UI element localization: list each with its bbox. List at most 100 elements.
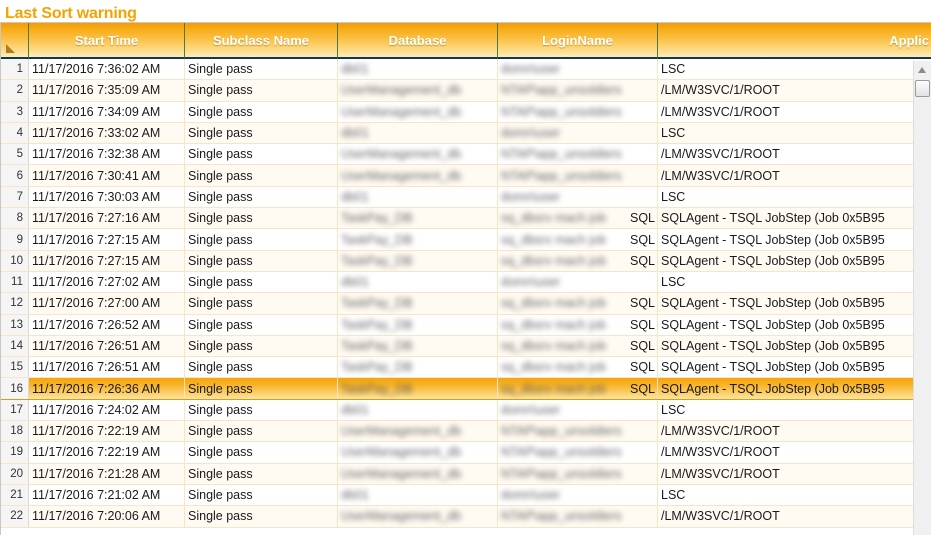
row-number[interactable]: 16 bbox=[1, 378, 29, 399]
cell-database[interactable]: UserManagement_db bbox=[338, 165, 498, 186]
cell-database[interactable]: TaskPay_DB bbox=[338, 314, 498, 335]
cell-subclass-name[interactable]: Single pass bbox=[185, 165, 338, 186]
cell-loginname[interactable]: sq_dbsrv mach job SQL bbox=[498, 378, 658, 399]
cell-start-time[interactable]: 11/17/2016 7:26:52 AM bbox=[29, 314, 185, 335]
row-number[interactable]: 15 bbox=[1, 357, 29, 378]
cell-application-name[interactable]: LSC bbox=[658, 272, 931, 292]
row-number[interactable]: 14 bbox=[1, 335, 29, 357]
table-row[interactable]: 2 11/17/2016 7:35:09 AM Single pass UserMan… bbox=[1, 80, 931, 102]
cell-start-time[interactable]: 11/17/2016 7:21:02 AM bbox=[29, 484, 185, 506]
row-number[interactable]: 10 bbox=[1, 250, 29, 271]
table-row[interactable]: 11 11/17/2016 7:27:02 AM Single pass db01 do… bbox=[1, 271, 931, 294]
cell-application-name[interactable]: LSC bbox=[658, 400, 931, 420]
cell-loginname[interactable]: NTAP\app_unsoldiers bbox=[498, 144, 658, 165]
cell-application-name[interactable]: SQLAgent - TSQL JobStep (Job 0x5B95 bbox=[658, 251, 931, 271]
cell-application-name[interactable]: LSC bbox=[658, 485, 931, 505]
cell-loginname[interactable]: sq_dbsrv mach job SQL bbox=[498, 208, 658, 229]
row-number[interactable]: 7 bbox=[1, 186, 29, 208]
cell-loginname[interactable]: domn\user bbox=[498, 122, 658, 144]
cell-database[interactable]: TaskPay_DB bbox=[338, 250, 498, 271]
cell-database[interactable]: UserManagement_db bbox=[338, 463, 498, 484]
cell-database[interactable]: UserManagement_db bbox=[338, 421, 498, 442]
cell-loginname[interactable]: domn\user bbox=[498, 186, 658, 208]
cell-loginname[interactable]: NTAP\app_unsoldiers bbox=[498, 506, 658, 527]
table-row[interactable]: 1 11/17/2016 7:36:02 AM Single pass db01 dom… bbox=[1, 59, 931, 81]
cell-database[interactable]: TaskPay_DB bbox=[338, 378, 498, 399]
row-number[interactable]: 20 bbox=[1, 463, 29, 484]
cell-database[interactable]: TaskPay_DB bbox=[338, 293, 498, 314]
cell-application-name[interactable]: SQLAgent - TSQL JobStep (Job 0x5B95 bbox=[658, 336, 931, 356]
row-number[interactable]: 2 bbox=[1, 80, 29, 101]
column-header-application-name[interactable]: Applic bbox=[658, 23, 931, 59]
cell-start-time[interactable]: 11/17/2016 7:33:02 AM bbox=[29, 122, 185, 144]
cell-application-name[interactable]: SQLAgent - TSQL JobStep (Job 0x5B95 bbox=[658, 208, 931, 228]
cell-start-time[interactable]: 11/17/2016 7:32:38 AM bbox=[29, 144, 185, 165]
cell-start-time[interactable]: 11/17/2016 7:30:41 AM bbox=[29, 165, 185, 186]
cell-subclass-name[interactable]: Single pass bbox=[185, 335, 338, 357]
cell-database[interactable]: db01 bbox=[338, 186, 498, 208]
cell-application-name[interactable]: /LM/W3SVC/1/ROOT bbox=[658, 165, 931, 185]
cell-loginname[interactable]: NTAP\app_unsoldiers bbox=[498, 442, 658, 463]
cell-subclass-name[interactable]: Single pass bbox=[185, 144, 338, 165]
table-row[interactable]: 4 11/17/2016 7:33:02 AM Single pass db01 dom… bbox=[1, 122, 931, 145]
cell-subclass-name[interactable]: Single pass bbox=[185, 484, 338, 506]
cell-application-name[interactable]: /LM/W3SVC/1/ROOT bbox=[658, 102, 931, 122]
cell-database[interactable]: UserManagement_db bbox=[338, 144, 498, 165]
row-number[interactable]: 19 bbox=[1, 442, 29, 463]
cell-start-time[interactable]: 11/17/2016 7:35:09 AM bbox=[29, 80, 185, 101]
cell-application-name[interactable]: LSC bbox=[658, 123, 931, 143]
column-header-subclass-name[interactable]: Subclass Name bbox=[185, 23, 338, 59]
table-row[interactable]: 12 11/17/2016 7:27:00 AM Single pass TaskPa… bbox=[1, 293, 931, 315]
row-number[interactable]: 13 bbox=[1, 314, 29, 335]
cell-subclass-name[interactable]: Single pass bbox=[185, 229, 338, 250]
scrollbar-thumb[interactable] bbox=[915, 80, 930, 97]
cell-subclass-name[interactable]: Single pass bbox=[185, 357, 338, 378]
row-number[interactable]: 21 bbox=[1, 484, 29, 506]
table-row[interactable]: 22 11/17/2016 7:20:06 AM Single pass UserMa… bbox=[1, 506, 931, 528]
cell-subclass-name[interactable]: Single pass bbox=[185, 314, 338, 335]
vertical-scrollbar[interactable] bbox=[913, 61, 931, 535]
table-row[interactable]: 8 11/17/2016 7:27:16 AM Single pass TaskPay… bbox=[1, 208, 931, 230]
cell-application-name[interactable]: /LM/W3SVC/1/ROOT bbox=[658, 421, 931, 441]
cell-database[interactable]: TaskPay_DB bbox=[338, 335, 498, 357]
row-number[interactable]: 1 bbox=[1, 59, 29, 80]
row-number[interactable]: 8 bbox=[1, 208, 29, 229]
cell-start-time[interactable]: 11/17/2016 7:27:00 AM bbox=[29, 293, 185, 314]
table-row[interactable]: 17 11/17/2016 7:24:02 AM Single pass db01 do… bbox=[1, 399, 931, 422]
cell-database[interactable]: db01 bbox=[338, 122, 498, 144]
table-row[interactable]: 6 11/17/2016 7:30:41 AM Single pass UserMan… bbox=[1, 165, 931, 187]
row-number[interactable]: 9 bbox=[1, 229, 29, 250]
table-row[interactable]: 7 11/17/2016 7:30:03 AM Single pass db01 dom… bbox=[1, 186, 931, 209]
cell-application-name[interactable]: SQLAgent - TSQL JobStep (Job 0x5B95 bbox=[658, 293, 931, 313]
row-number[interactable]: 18 bbox=[1, 421, 29, 442]
cell-subclass-name[interactable]: Single pass bbox=[185, 399, 338, 421]
cell-subclass-name[interactable]: Single pass bbox=[185, 59, 338, 80]
cell-application-name[interactable]: SQLAgent - TSQL JobStep (Job 0x5B95 bbox=[658, 357, 931, 377]
cell-database[interactable]: db01 bbox=[338, 484, 498, 506]
table-row[interactable]: 16 11/17/2016 7:26:36 AM Single pass TaskPa… bbox=[1, 378, 931, 400]
table-row[interactable]: 15 11/17/2016 7:26:51 AM Single pass TaskPa… bbox=[1, 357, 931, 379]
cell-loginname[interactable]: domn\user bbox=[498, 399, 658, 421]
cell-database[interactable]: TaskPay_DB bbox=[338, 357, 498, 378]
cell-start-time[interactable]: 11/17/2016 7:34:09 AM bbox=[29, 101, 185, 122]
scroll-up-arrow-icon[interactable] bbox=[914, 61, 931, 78]
cell-database[interactable]: db01 bbox=[338, 59, 498, 80]
cell-start-time[interactable]: 11/17/2016 7:26:36 AM bbox=[29, 378, 185, 399]
cell-application-name[interactable]: /LM/W3SVC/1/ROOT bbox=[658, 442, 931, 462]
cell-subclass-name[interactable]: Single pass bbox=[185, 293, 338, 314]
cell-application-name[interactable]: SQLAgent - TSQL JobStep (Job 0x5B95 bbox=[658, 315, 931, 335]
cell-database[interactable]: TaskPay_DB bbox=[338, 208, 498, 229]
cell-database[interactable]: UserManagement_db bbox=[338, 442, 498, 463]
cell-start-time[interactable]: 11/17/2016 7:26:51 AM bbox=[29, 335, 185, 357]
cell-loginname[interactable]: NTAP\app_unsoldiers bbox=[498, 101, 658, 122]
cell-database[interactable]: TaskPay_DB bbox=[338, 229, 498, 250]
cell-loginname[interactable]: sq_dbsrv mach job SQL bbox=[498, 335, 658, 357]
row-number[interactable]: 5 bbox=[1, 144, 29, 165]
cell-database[interactable]: UserManagement_db bbox=[338, 506, 498, 527]
cell-start-time[interactable]: 11/17/2016 7:27:15 AM bbox=[29, 229, 185, 250]
cell-loginname[interactable]: sq_dbsrv mach job SQL bbox=[498, 357, 658, 378]
cell-loginname[interactable]: NTAP\app_unsoldiers bbox=[498, 421, 658, 442]
cell-start-time[interactable]: 11/17/2016 7:36:02 AM bbox=[29, 59, 185, 80]
table-row[interactable]: 3 11/17/2016 7:34:09 AM Single pass UserMan… bbox=[1, 101, 931, 123]
cell-application-name[interactable]: /LM/W3SVC/1/ROOT bbox=[658, 506, 931, 526]
